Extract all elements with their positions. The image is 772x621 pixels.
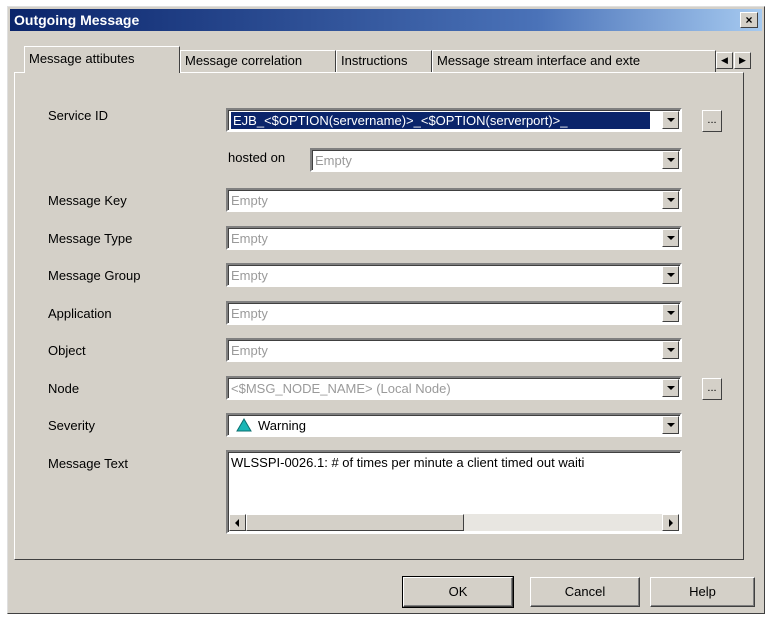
application-combo[interactable]: Empty [226,301,682,325]
service-id-browse-button[interactable]: ... [702,110,722,132]
close-icon[interactable]: × [740,12,758,28]
message-text-area[interactable]: WLSSPI-0026.1: # of times per minute a c… [226,450,682,534]
chevron-down-icon[interactable] [662,416,679,434]
warning-triangle-icon [236,418,252,432]
node-combo[interactable]: <$MSG_NODE_NAME> (Local Node) [226,376,682,400]
severity-value: Warning [258,418,306,433]
window-title: Outgoing Message [14,12,140,28]
application-label: Application [48,306,112,321]
hosted-on-value: Empty [315,153,352,168]
chevron-down-icon[interactable] [662,341,679,359]
message-text-label: Message Text [48,456,128,471]
title-bar: Outgoing Message × [10,9,762,31]
arrow-left-icon[interactable]: ◀ [716,52,733,69]
chevron-down-icon[interactable] [662,266,679,284]
node-value: <$MSG_NODE_NAME> (Local Node) [231,381,451,396]
node-browse-button[interactable]: ... [702,378,722,400]
message-key-label: Message Key [48,193,127,208]
object-label: Object [48,343,86,358]
scroll-thumb[interactable] [246,514,464,531]
arrow-right-icon[interactable]: ▶ [734,52,751,69]
message-type-label: Message Type [48,231,133,246]
message-text-value: WLSSPI-0026.1: # of times per minute a c… [231,455,585,470]
severity-label: Severity [48,418,95,433]
service-id-label: Service ID [48,108,108,123]
chevron-down-icon[interactable] [662,379,679,397]
chevron-down-icon[interactable] [662,111,679,129]
service-id-combo[interactable]: EJB_<$OPTION(servername)>_<$OPTION(serve… [226,108,682,132]
tab-message-stream-interface[interactable]: Message stream interface and exte [432,50,716,72]
message-key-value: Empty [231,193,268,208]
node-label: Node [48,381,80,396]
chevron-down-icon[interactable] [662,229,679,247]
tab-message-correlation[interactable]: Message correlation [180,50,336,72]
scroll-right-icon[interactable] [662,514,679,531]
help-button[interactable]: Help [650,577,755,607]
tab-instructions[interactable]: Instructions [336,50,432,72]
tab-strip: Message attibutes Message correlation In… [14,46,758,73]
severity-combo[interactable]: Warning [226,413,682,437]
object-combo[interactable]: Empty [226,338,682,362]
hosted-on-label: hosted on [228,150,286,165]
message-group-label: Message Group [48,268,141,283]
message-group-value: Empty [231,268,268,283]
object-value: Empty [231,343,268,358]
ok-button[interactable]: OK [402,576,514,608]
message-type-value: Empty [231,231,268,246]
service-id-value: EJB_<$OPTION(servername)>_<$OPTION(serve… [231,112,650,129]
hosted-on-combo[interactable]: Empty [310,148,682,172]
severity-display: Warning [236,417,660,434]
application-value: Empty [231,306,268,321]
tab-message-attributes[interactable]: Message attibutes [24,46,180,73]
message-group-combo[interactable]: Empty [226,263,682,287]
message-type-combo[interactable]: Empty [226,226,682,250]
chevron-down-icon[interactable] [662,304,679,322]
chevron-down-icon[interactable] [662,191,679,209]
scroll-left-icon[interactable] [229,514,246,531]
message-text-scrollbar[interactable] [229,514,679,531]
message-key-combo[interactable]: Empty [226,188,682,212]
cancel-button[interactable]: Cancel [530,577,640,607]
chevron-down-icon[interactable] [662,151,679,169]
